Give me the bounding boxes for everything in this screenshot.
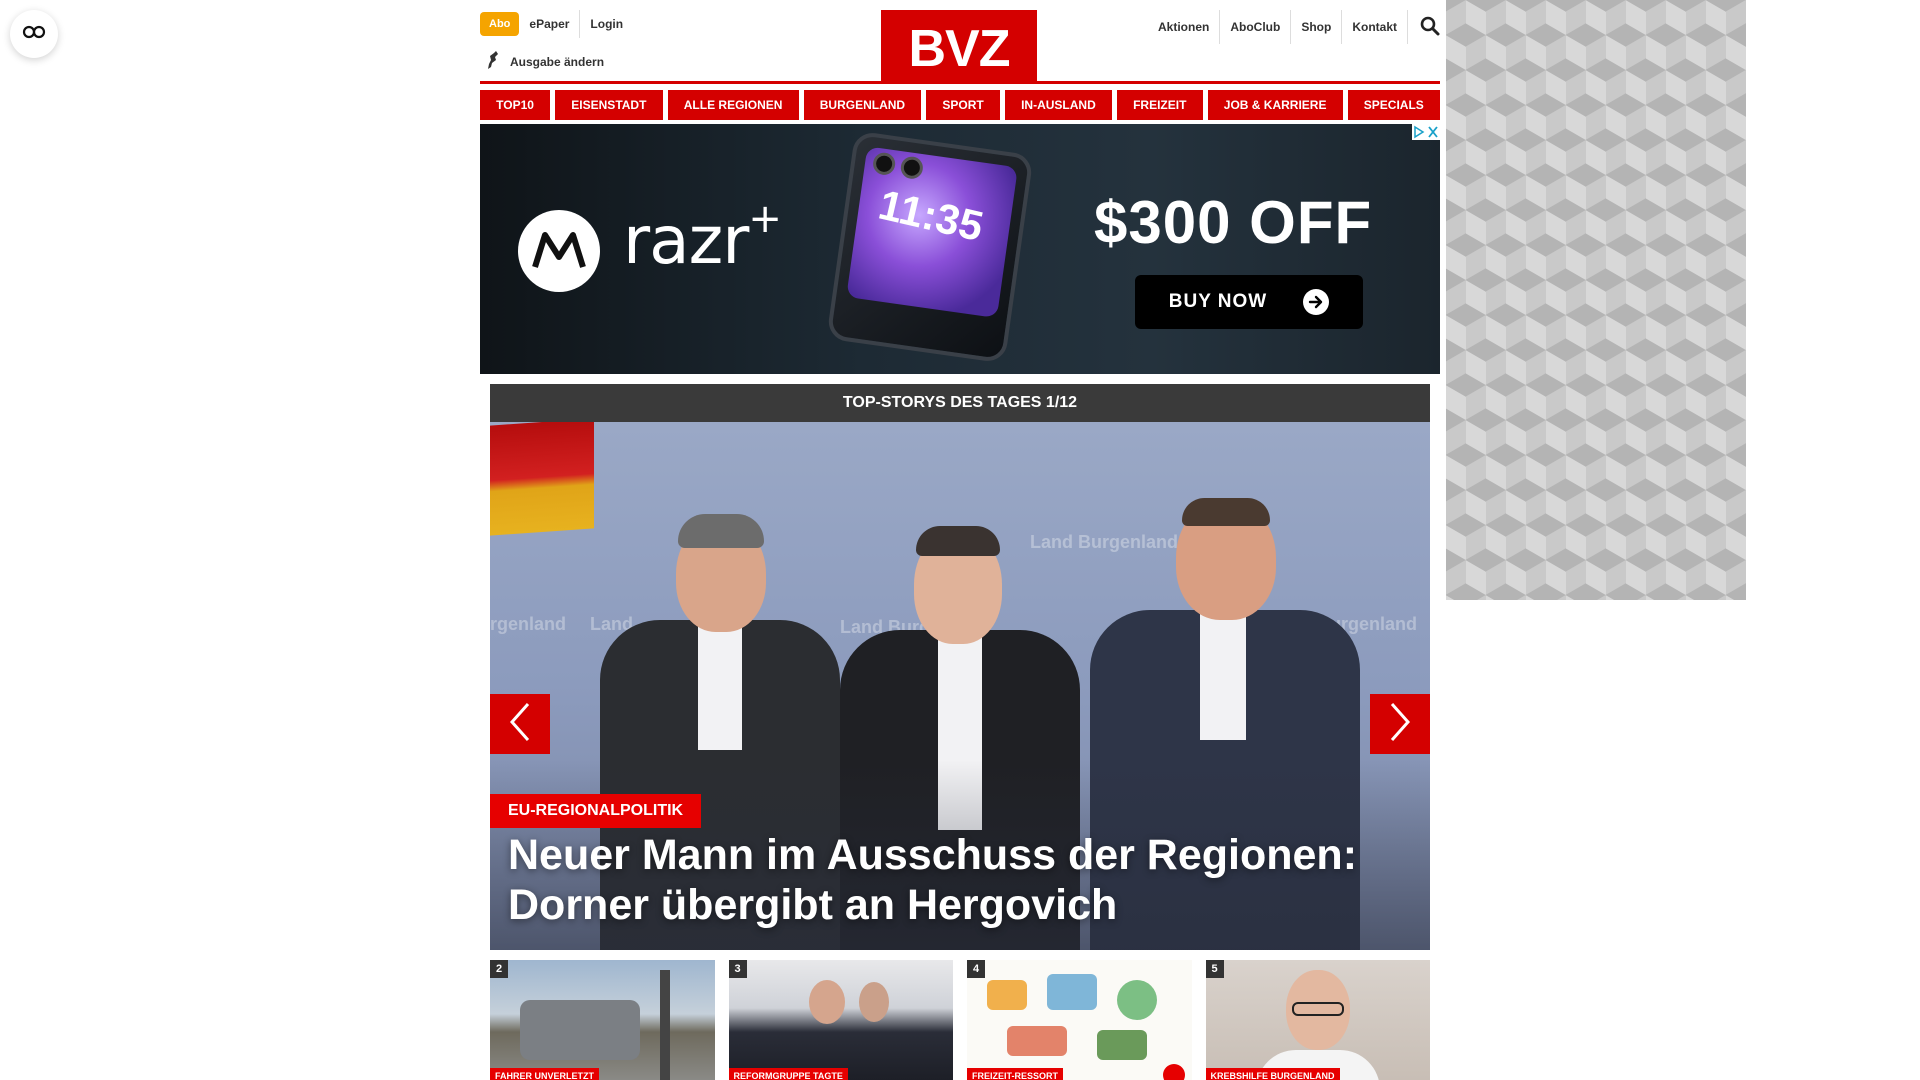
kontakt-link[interactable]: Kontakt <box>1341 10 1407 44</box>
change-edition-label: Ausgabe ändern <box>510 54 605 69</box>
epaper-link[interactable]: ePaper <box>519 10 579 38</box>
car-image <box>520 1000 640 1060</box>
reader-mode-button[interactable] <box>10 10 58 58</box>
top-stories: TOP-STORYS DES TAGES 1/12 rgenland Land … <box>490 384 1430 950</box>
abo-button[interactable]: Abo <box>480 12 520 36</box>
ad-choices-icon[interactable] <box>1412 124 1440 140</box>
nav-item-eisenstadt[interactable]: EISENSTADT <box>555 90 663 120</box>
sidebar-ad-pattern[interactable] <box>1446 0 1746 600</box>
nav-item-job-karriere[interactable]: JOB & KARRIERE <box>1207 90 1343 120</box>
buy-now-button[interactable]: BUY NOW <box>1135 275 1363 329</box>
flag-image <box>490 422 594 536</box>
chevron-left-icon <box>508 702 532 747</box>
story-tag: KREBSHILFE BURGENLAND <box>1205 1068 1340 1080</box>
main-nav: TOP10 EISENSTADT ALLE REGIONEN BURGENLAN… <box>480 90 1440 120</box>
nav-item-top10[interactable]: TOP10 <box>480 90 551 120</box>
utility-nav-right: Aktionen AboClub Shop Kontakt <box>1148 10 1440 44</box>
search-icon <box>1420 16 1440 39</box>
search-button[interactable] <box>1407 10 1440 44</box>
bvz-logo[interactable]: BVZ <box>881 10 1037 84</box>
site-header: Abo ePaper Login Ausgabe ändern BVZ Akti… <box>480 0 1440 84</box>
story-thumbnails: 2 FAHRER UNVERLETZT 3 REFORMGRUPPE TAGTE… <box>490 960 1430 1080</box>
story-tag: FAHRER UNVERLETZT <box>490 1068 599 1080</box>
hero-headline[interactable]: Neuer Mann im Ausschuss der Regionen: Do… <box>508 830 1390 930</box>
story-number: 4 <box>967 960 985 978</box>
nav-item-in-ausland[interactable]: IN-AUSLAND <box>1004 90 1112 120</box>
nav-item-sport[interactable]: SPORT <box>926 90 1000 120</box>
story-card[interactable]: 4 FREIZEIT-RESSORT <box>967 960 1192 1080</box>
nav-item-alle-regionen[interactable]: ALLE REGIONEN <box>667 90 799 120</box>
story-number: 3 <box>728 960 747 978</box>
chevron-right-icon <box>1388 702 1412 747</box>
login-link[interactable]: Login <box>579 10 633 38</box>
glasses-image <box>1291 1002 1344 1016</box>
backdrop-text: rgenland <box>490 614 567 634</box>
burgenland-map-icon <box>486 50 500 73</box>
header-divider <box>480 81 1440 84</box>
ad-offer: $300 OFF <box>1094 189 1373 256</box>
aktionen-link[interactable]: Aktionen <box>1148 10 1219 44</box>
story-card[interactable]: 3 REFORMGRUPPE TAGTE <box>728 960 953 1080</box>
page-content: Abo ePaper Login Ausgabe ändern BVZ Akti… <box>480 0 1440 1080</box>
hero-category-tag[interactable]: EU-REGIONALPOLITIK <box>490 794 702 828</box>
arrow-right-icon <box>1303 289 1330 315</box>
nav-item-burgenland[interactable]: BURGENLAND <box>803 90 922 120</box>
buy-now-label: BUY NOW <box>1168 291 1268 312</box>
plus-icon: + <box>748 196 782 242</box>
story-tag: REFORMGRUPPE TAGTE <box>728 1068 848 1080</box>
utility-nav-left: Abo ePaper Login <box>480 10 633 38</box>
story-number: 2 <box>490 960 508 978</box>
next-slide-button[interactable] <box>1370 694 1430 754</box>
hero-story[interactable]: rgenland Land Land Burgenland nd Burgenl… <box>490 422 1430 950</box>
story-card[interactable]: 2 FAHRER UNVERLETZT <box>490 960 715 1080</box>
nav-item-specials[interactable]: SPECIALS <box>1347 90 1440 120</box>
ad-brand-word: razr+ <box>623 196 782 279</box>
nav-item-freizeit[interactable]: FREIZEIT <box>1116 90 1203 120</box>
phone-image: 11:35 <box>826 130 1034 364</box>
ad-banner[interactable]: razr+ 11:35 $300 OFF BUY NOW <box>480 124 1440 374</box>
shop-link[interactable]: Shop <box>1290 10 1341 44</box>
prev-slide-button[interactable] <box>490 694 550 754</box>
ad-brand-text: razr <box>623 202 749 279</box>
top-stories-heading: TOP-STORYS DES TAGES 1/12 <box>490 384 1430 422</box>
story-tag: FREIZEIT-RESSORT <box>967 1068 1064 1080</box>
story-card[interactable]: 5 KREBSHILFE BURGENLAND <box>1205 960 1430 1080</box>
change-edition-link[interactable]: Ausgabe ändern <box>486 50 604 73</box>
instagram-icon <box>1163 1064 1185 1080</box>
glasses-icon <box>22 25 46 44</box>
motorola-logo-icon <box>518 210 600 292</box>
aboclub-link[interactable]: AboClub <box>1219 10 1290 44</box>
story-number: 5 <box>1205 960 1224 978</box>
